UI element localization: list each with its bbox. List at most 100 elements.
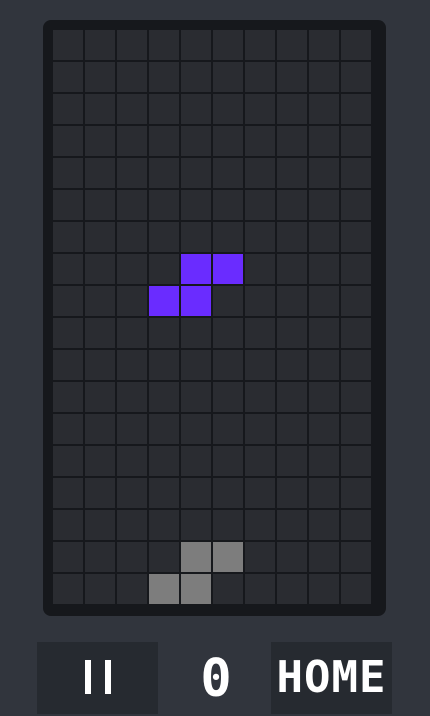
- empty-cell: [181, 94, 211, 124]
- empty-cell: [213, 446, 243, 476]
- empty-cell: [117, 94, 147, 124]
- empty-cell: [277, 350, 307, 380]
- empty-cell: [85, 414, 115, 444]
- active-piece-block: [181, 254, 211, 284]
- empty-cell: [85, 382, 115, 412]
- empty-cell: [277, 510, 307, 540]
- empty-cell: [277, 318, 307, 348]
- empty-cell: [149, 94, 179, 124]
- empty-cell: [53, 382, 83, 412]
- empty-cell: [149, 158, 179, 188]
- empty-cell: [309, 414, 339, 444]
- empty-cell: [53, 94, 83, 124]
- empty-cell: [309, 30, 339, 60]
- empty-cell: [213, 158, 243, 188]
- empty-cell: [277, 222, 307, 252]
- empty-cell: [85, 350, 115, 380]
- active-piece-block: [181, 286, 211, 316]
- empty-cell: [53, 478, 83, 508]
- empty-cell: [309, 222, 339, 252]
- ghost-piece-block: [181, 542, 211, 572]
- empty-cell: [213, 414, 243, 444]
- empty-cell: [277, 446, 307, 476]
- empty-cell: [309, 446, 339, 476]
- empty-cell: [245, 30, 275, 60]
- empty-cell: [117, 478, 147, 508]
- empty-cell: [245, 126, 275, 156]
- empty-cell: [149, 542, 179, 572]
- empty-cell: [341, 446, 371, 476]
- empty-cell: [85, 318, 115, 348]
- empty-cell: [341, 62, 371, 92]
- empty-cell: [117, 382, 147, 412]
- empty-cell: [149, 510, 179, 540]
- empty-cell: [181, 446, 211, 476]
- empty-cell: [53, 30, 83, 60]
- empty-cell: [53, 446, 83, 476]
- empty-cell: [85, 478, 115, 508]
- empty-cell: [181, 510, 211, 540]
- empty-cell: [53, 254, 83, 284]
- empty-cell: [277, 254, 307, 284]
- empty-cell: [309, 286, 339, 316]
- empty-cell: [213, 574, 243, 604]
- pause-button[interactable]: [37, 642, 158, 714]
- empty-cell: [85, 254, 115, 284]
- empty-cell: [341, 350, 371, 380]
- empty-cell: [117, 286, 147, 316]
- empty-cell: [117, 62, 147, 92]
- empty-cell: [245, 158, 275, 188]
- empty-cell: [245, 510, 275, 540]
- empty-cell: [341, 414, 371, 444]
- empty-cell: [245, 254, 275, 284]
- empty-cell: [85, 158, 115, 188]
- empty-cell: [245, 190, 275, 220]
- score-display: 0: [200, 649, 232, 709]
- empty-cell: [117, 318, 147, 348]
- empty-cell: [181, 318, 211, 348]
- empty-cell: [181, 126, 211, 156]
- ghost-piece-block: [149, 574, 179, 604]
- empty-cell: [245, 286, 275, 316]
- empty-cell: [117, 190, 147, 220]
- empty-cell: [245, 350, 275, 380]
- empty-cell: [53, 158, 83, 188]
- empty-cell: [117, 414, 147, 444]
- home-button[interactable]: HOME: [271, 642, 392, 714]
- empty-cell: [341, 30, 371, 60]
- empty-cell: [85, 126, 115, 156]
- empty-cell: [85, 286, 115, 316]
- empty-cell: [117, 222, 147, 252]
- empty-cell: [341, 542, 371, 572]
- empty-cell: [149, 382, 179, 412]
- empty-cell: [213, 190, 243, 220]
- empty-cell: [53, 62, 83, 92]
- empty-cell: [245, 94, 275, 124]
- empty-cell: [213, 126, 243, 156]
- empty-cell: [245, 542, 275, 572]
- empty-cell: [245, 222, 275, 252]
- empty-cell: [181, 158, 211, 188]
- empty-cell: [181, 62, 211, 92]
- empty-cell: [53, 190, 83, 220]
- empty-cell: [309, 158, 339, 188]
- empty-cell: [277, 62, 307, 92]
- empty-cell: [341, 222, 371, 252]
- empty-cell: [85, 222, 115, 252]
- empty-cell: [85, 574, 115, 604]
- empty-cell: [213, 62, 243, 92]
- empty-cell: [341, 478, 371, 508]
- empty-cell: [53, 126, 83, 156]
- empty-cell: [213, 350, 243, 380]
- empty-cell: [181, 382, 211, 412]
- empty-cell: [277, 158, 307, 188]
- pause-icon: [85, 660, 111, 694]
- empty-cell: [181, 350, 211, 380]
- empty-cell: [277, 190, 307, 220]
- empty-cell: [213, 382, 243, 412]
- empty-cell: [341, 190, 371, 220]
- empty-cell: [85, 446, 115, 476]
- empty-cell: [53, 542, 83, 572]
- empty-cell: [309, 542, 339, 572]
- empty-cell: [181, 222, 211, 252]
